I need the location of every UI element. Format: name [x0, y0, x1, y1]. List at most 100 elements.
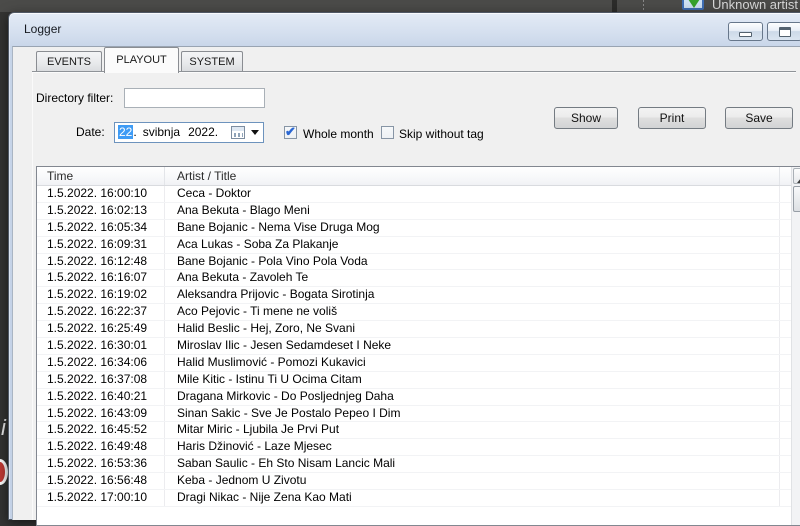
- row-artist-title: Miroslav Ilic - Jesen Sedamdeset I Neke: [165, 338, 780, 354]
- background-art-glyph: i: [1, 415, 6, 441]
- table-row[interactable]: 1.5.2022. 16:16:07 Ana Bekuta - Zavoleh …: [37, 270, 800, 287]
- window-title: Logger: [24, 22, 61, 36]
- row-time: 1.5.2022. 16:40:21: [37, 389, 165, 405]
- date-picker[interactable]: 22. svibnja 2022.: [114, 122, 264, 143]
- client-area: EVENTS PLAYOUT SYSTEM Directory filter: …: [12, 46, 800, 520]
- row-time: 1.5.2022. 16:37:08: [37, 372, 165, 388]
- titlebar[interactable]: Logger: [9, 13, 800, 45]
- column-header-time[interactable]: Time: [37, 167, 165, 185]
- tab-events[interactable]: EVENTS: [36, 51, 102, 72]
- checkmark-icon: ✔: [285, 124, 296, 140]
- row-artist-title: Ceca - Doktor: [165, 186, 780, 202]
- row-artist-title: Dragana Mirkovic - Do Posljednjeg Daha: [165, 389, 780, 405]
- background-art-shape: [0, 459, 8, 485]
- row-time: 1.5.2022. 16:05:34: [37, 220, 165, 236]
- show-button[interactable]: Show: [554, 107, 618, 129]
- minimize-icon: [739, 32, 752, 37]
- table-row[interactable]: 1.5.2022. 16:40:21 Dragana Mirkovic - Do…: [37, 389, 800, 406]
- row-artist-title: Halid Beslic - Hej, Zoro, Ne Svani: [165, 321, 780, 337]
- background-left-strip: i: [0, 12, 8, 500]
- row-time: 1.5.2022. 16:16:07: [37, 270, 165, 286]
- date-month-segment[interactable]: svibnja: [143, 125, 180, 139]
- background-app-strip: Unknown artist: [0, 0, 800, 12]
- row-time: 1.5.2022. 16:45:52: [37, 422, 165, 438]
- date-day-segment[interactable]: 22: [118, 125, 133, 139]
- whole-month-checkbox[interactable]: ✔: [284, 126, 297, 139]
- row-time: 1.5.2022. 16:02:13: [37, 203, 165, 219]
- row-artist-title: Bane Bojanic - Nema Vise Druga Mog: [165, 220, 780, 236]
- column-header-artist-title[interactable]: Artist / Title: [165, 167, 780, 185]
- table-row[interactable]: 1.5.2022. 16:19:02 Aleksandra Prijovic -…: [37, 287, 800, 304]
- directory-filter-label: Directory filter:: [36, 91, 113, 105]
- date-dropdown-arrow-icon[interactable]: [251, 130, 259, 139]
- tabpage-border: [32, 72, 33, 520]
- whole-month-label: Whole month: [303, 127, 374, 141]
- table-row[interactable]: 1.5.2022. 16:30:01 Miroslav Ilic - Jesen…: [37, 338, 800, 355]
- skip-without-tag-checkbox[interactable]: [381, 126, 394, 139]
- table-row[interactable]: 1.5.2022. 16:56:48 Keba - Jednom U Zivot…: [37, 473, 800, 490]
- table-row[interactable]: 1.5.2022. 17:00:10 Dragi Nikac - Nije Ze…: [37, 490, 800, 507]
- row-artist-title: Dragi Nikac - Nije Zena Kao Mati: [165, 490, 780, 506]
- row-time: 1.5.2022. 16:56:48: [37, 473, 165, 489]
- row-time: 1.5.2022. 16:19:02: [37, 287, 165, 303]
- row-artist-title: Aco Pejovic - Ti mene ne voliš: [165, 304, 780, 320]
- now-playing-label: Unknown artist: [712, 0, 798, 12]
- directory-filter-input[interactable]: [124, 88, 265, 108]
- vertical-scrollbar[interactable]: [791, 167, 800, 525]
- logger-window: Logger EVENTS PLAYOUT SYSTEM Directory f…: [8, 12, 800, 520]
- date-label: Date:: [76, 125, 105, 139]
- save-button[interactable]: Save: [725, 107, 793, 129]
- print-button[interactable]: Print: [638, 107, 706, 129]
- row-time: 1.5.2022. 16:43:09: [37, 406, 165, 422]
- skip-without-tag-label: Skip without tag: [399, 127, 484, 141]
- row-time: 1.5.2022. 16:49:48: [37, 439, 165, 455]
- date-day-suffix: .: [133, 125, 136, 139]
- row-time: 1.5.2022. 16:34:06: [37, 355, 165, 371]
- background-divider: [612, 0, 617, 12]
- table-row[interactable]: 1.5.2022. 16:12:48 Bane Bojanic - Pola V…: [37, 254, 800, 271]
- date-year-segment[interactable]: 2022.: [188, 125, 218, 139]
- table-row[interactable]: 1.5.2022. 16:09:31 Aca Lukas - Soba Za P…: [37, 237, 800, 254]
- table-row[interactable]: 1.5.2022. 16:22:37 Aco Pejovic - Ti mene…: [37, 304, 800, 321]
- maximize-button[interactable]: [767, 22, 800, 41]
- calendar-icon[interactable]: [231, 126, 245, 139]
- row-artist-title: Keba - Jednom U Zivotu: [165, 473, 780, 489]
- list-header: Time Artist / Title: [37, 167, 800, 186]
- row-time: 1.5.2022. 16:12:48: [37, 254, 165, 270]
- table-row[interactable]: 1.5.2022. 16:02:13 Ana Bekuta - Blago Me…: [37, 203, 800, 220]
- album-art-download-icon: [682, 0, 704, 10]
- background-dotted-divider: [643, 0, 644, 12]
- tab-playout[interactable]: PLAYOUT: [104, 47, 179, 73]
- table-row[interactable]: 1.5.2022. 16:37:08 Mile Kitic - Istinu T…: [37, 372, 800, 389]
- row-time: 1.5.2022. 16:30:01: [37, 338, 165, 354]
- tab-system[interactable]: SYSTEM: [181, 51, 243, 72]
- row-time: 1.5.2022. 17:00:10: [37, 490, 165, 506]
- row-time: 1.5.2022. 16:53:36: [37, 456, 165, 472]
- table-row[interactable]: 1.5.2022. 16:25:49 Halid Beslic - Hej, Z…: [37, 321, 800, 338]
- table-row[interactable]: 1.5.2022. 16:45:52 Mitar Miric - Ljubila…: [37, 422, 800, 439]
- row-artist-title: Halid Muslimović - Pomozi Kukavici: [165, 355, 780, 371]
- row-artist-title: Aleksandra Prijovic - Bogata Sirotinja: [165, 287, 780, 303]
- row-time: 1.5.2022. 16:09:31: [37, 237, 165, 253]
- row-artist-title: Saban Saulic - Eh Sto Nisam Lancic Mali: [165, 456, 780, 472]
- row-time: 1.5.2022. 16:00:10: [37, 186, 165, 202]
- row-artist-title: Haris Džinović - Laze Mjesec: [165, 439, 780, 455]
- row-time: 1.5.2022. 16:22:37: [37, 304, 165, 320]
- scroll-up-arrow-icon[interactable]: [793, 168, 800, 184]
- table-row[interactable]: 1.5.2022. 16:00:10 Ceca - Doktor: [37, 186, 800, 203]
- scrollbar-thumb[interactable]: [793, 186, 800, 212]
- table-row[interactable]: 1.5.2022. 16:49:48 Haris Džinović - Laze…: [37, 439, 800, 456]
- row-artist-title: Mitar Miric - Ljubila Je Prvi Put: [165, 422, 780, 438]
- list-rows: 1.5.2022. 16:00:10 Ceca - Doktor 1.5.202…: [37, 186, 800, 507]
- table-row[interactable]: 1.5.2022. 16:05:34 Bane Bojanic - Nema V…: [37, 220, 800, 237]
- row-artist-title: Sinan Sakic - Sve Je Postalo Pepeo I Dim: [165, 406, 780, 422]
- minimize-button[interactable]: [728, 22, 763, 41]
- row-artist-title: Bane Bojanic - Pola Vino Pola Voda: [165, 254, 780, 270]
- row-artist-title: Ana Bekuta - Blago Meni: [165, 203, 780, 219]
- table-row[interactable]: 1.5.2022. 16:43:09 Sinan Sakic - Sve Je …: [37, 406, 800, 423]
- table-row[interactable]: 1.5.2022. 16:53:36 Saban Saulic - Eh Sto…: [37, 456, 800, 473]
- table-row[interactable]: 1.5.2022. 16:34:06 Halid Muslimović - Po…: [37, 355, 800, 372]
- row-artist-title: Aca Lukas - Soba Za Plakanje: [165, 237, 780, 253]
- playout-log-list: Time Artist / Title 1.5.2022. 16:00:10 C…: [36, 166, 800, 526]
- row-time: 1.5.2022. 16:25:49: [37, 321, 165, 337]
